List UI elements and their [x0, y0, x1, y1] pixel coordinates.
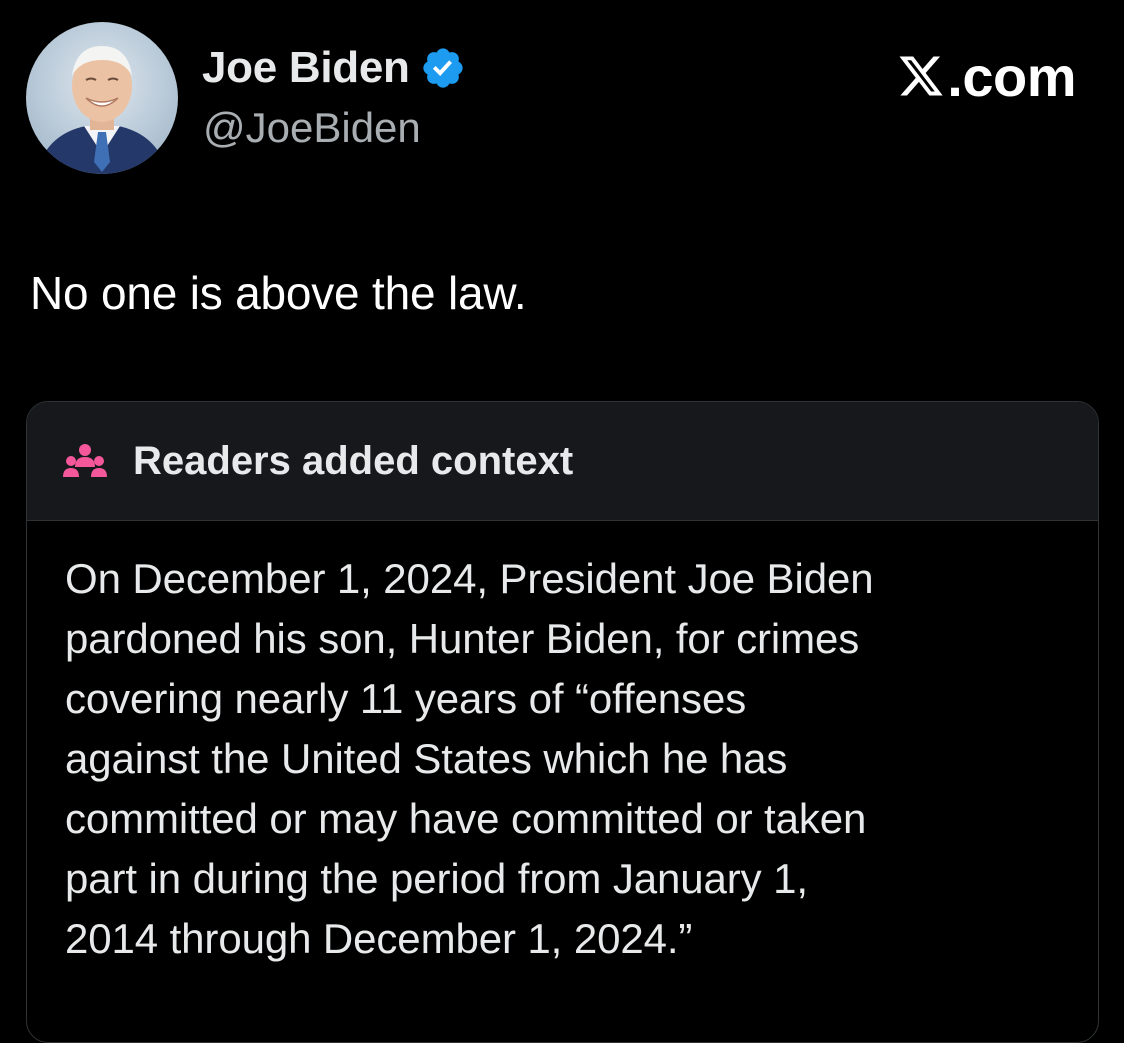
people-icon: [63, 441, 107, 481]
brand-logo[interactable]: .com: [897, 44, 1076, 108]
community-note-body: On December 1, 2024, President Joe Biden…: [65, 555, 874, 962]
avatar[interactable]: [26, 22, 178, 174]
avatar-photo: [26, 22, 178, 174]
author-display-name[interactable]: Joe Biden: [202, 43, 410, 93]
author-handle[interactable]: @JoeBiden: [203, 104, 421, 152]
tweet-text: No one is above the law.: [30, 267, 527, 319]
community-note-header: Readers added context: [27, 402, 1098, 521]
brand-domain-text: .com: [947, 44, 1076, 108]
tweet-header: Joe Biden @JoeBiden .com: [0, 0, 1124, 200]
community-note-card[interactable]: Readers added context On December 1, 202…: [26, 401, 1099, 1043]
author-name-row[interactable]: Joe Biden: [202, 40, 466, 96]
community-note-title: Readers added context: [133, 438, 574, 483]
x-logo-icon: [897, 50, 945, 102]
verified-badge-icon: [420, 45, 466, 91]
